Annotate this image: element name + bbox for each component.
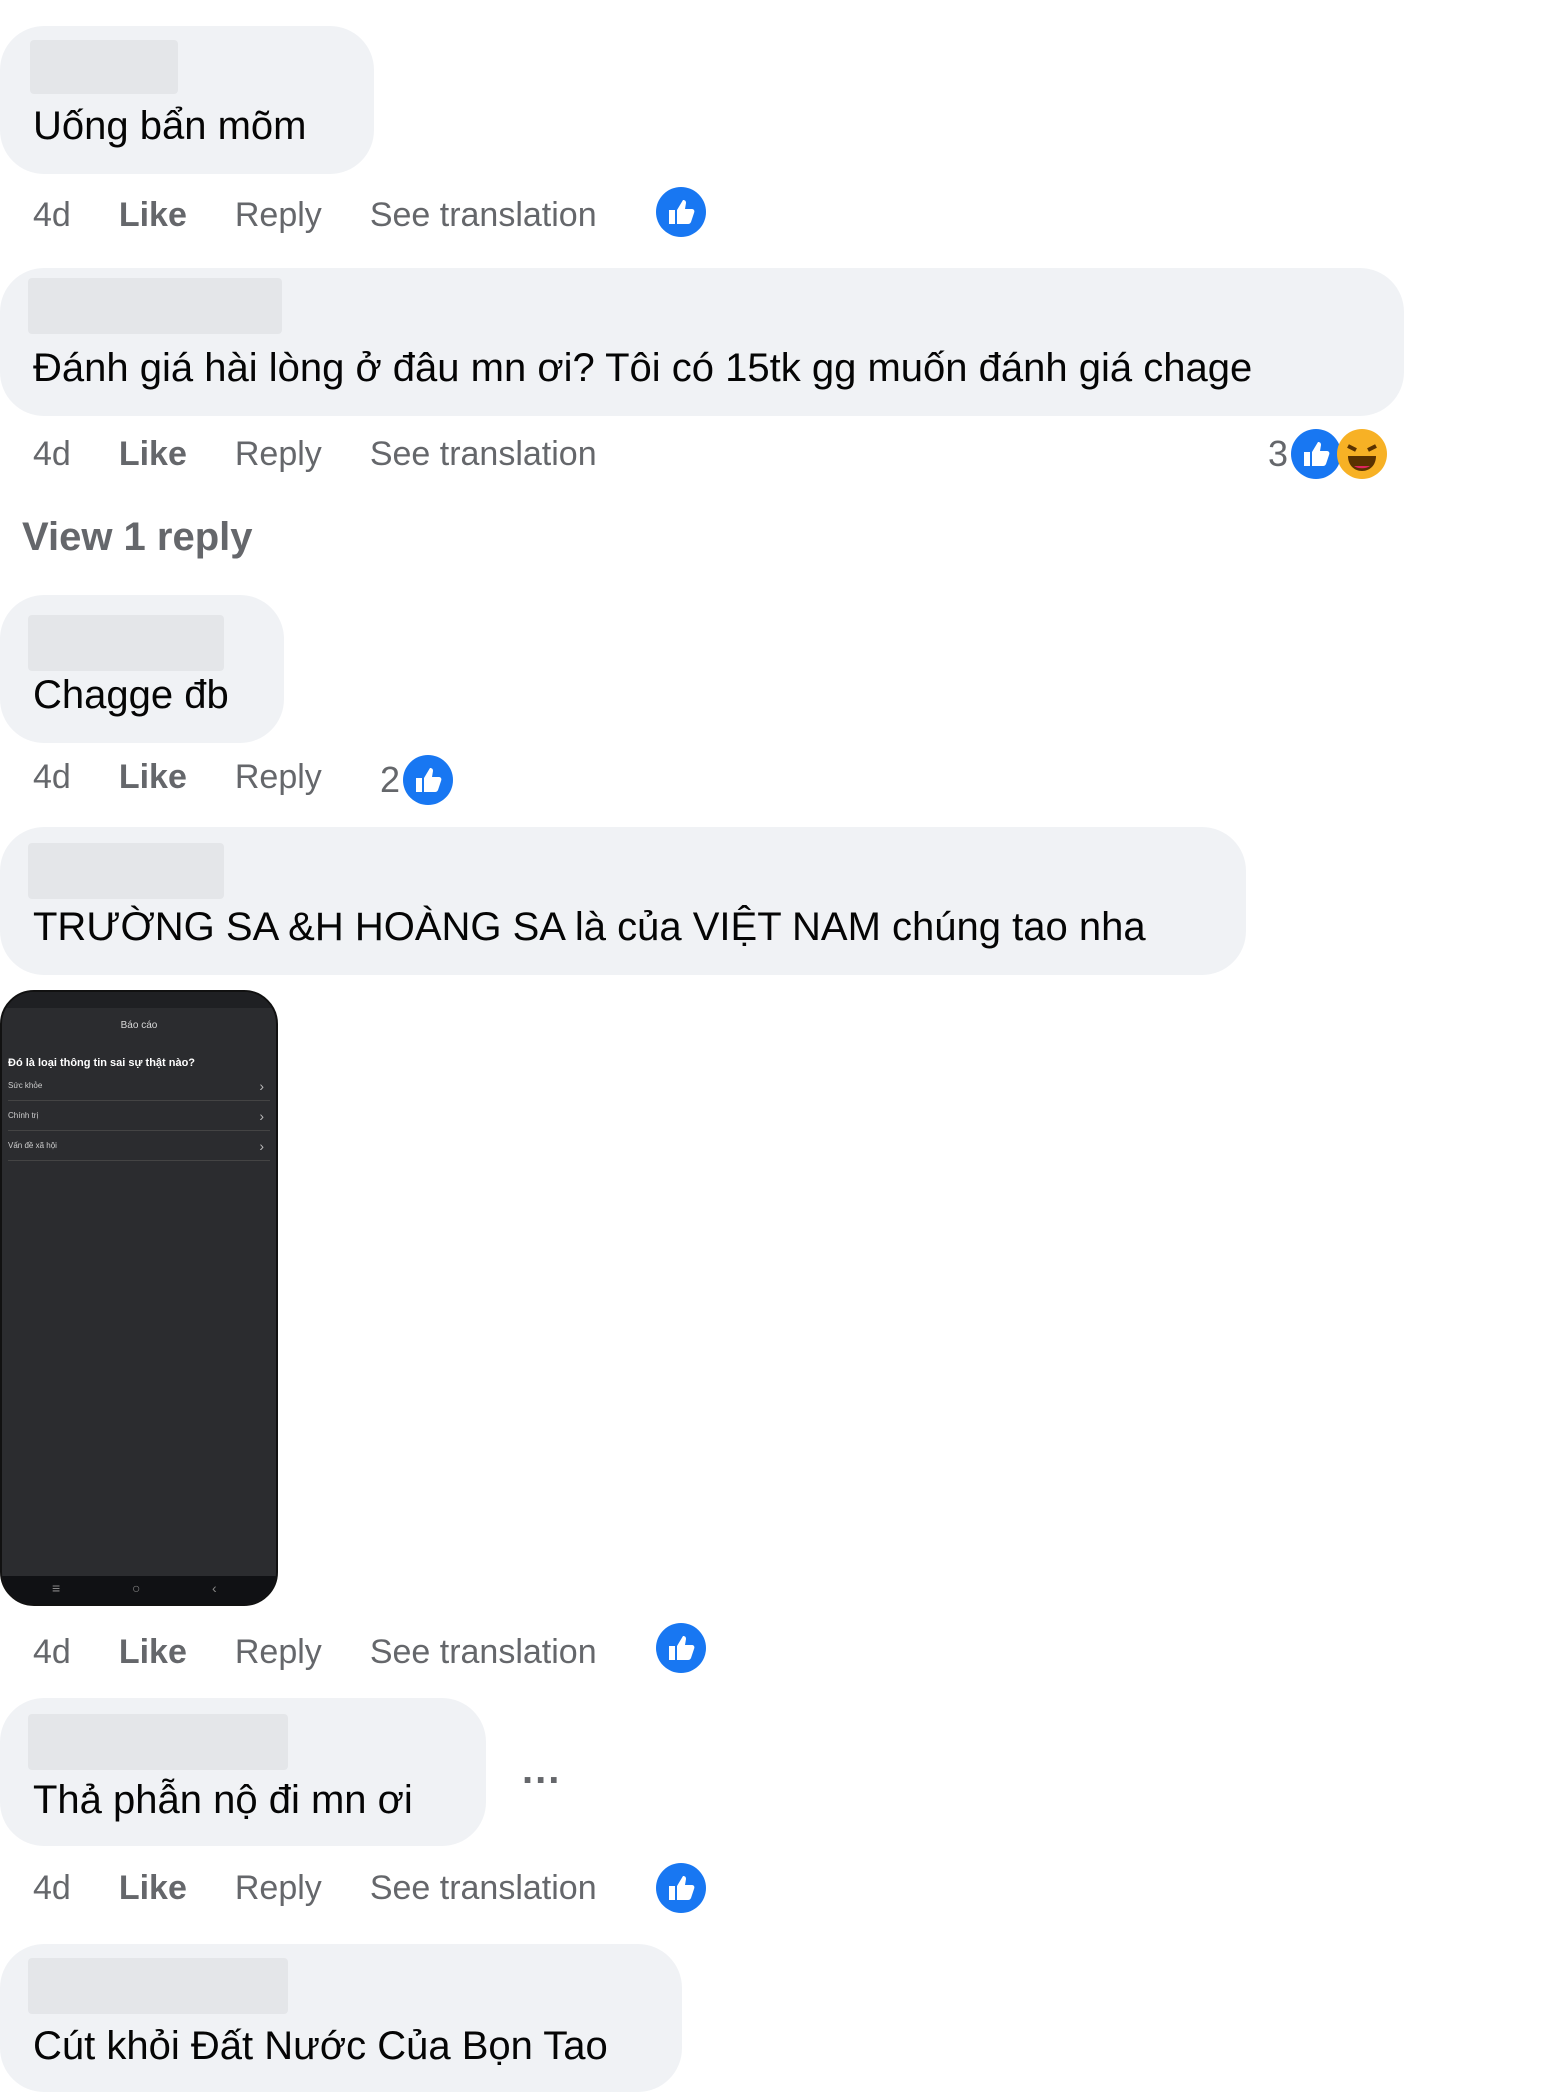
author-name-redacted[interactable]	[28, 615, 224, 671]
reply-button[interactable]: Reply	[235, 435, 322, 474]
author-name-redacted[interactable]	[28, 843, 224, 899]
comment-timestamp[interactable]: 4d	[33, 196, 71, 235]
comment-bubble: Thả phẫn nộ đi mn ơi	[0, 1698, 486, 1846]
reply-button[interactable]: Reply	[235, 196, 322, 235]
comment-bubble: Uống bẩn mõm	[0, 26, 374, 174]
phone-nav-bar: ≡ ○ ‹	[2, 1576, 276, 1604]
like-button[interactable]: Like	[119, 196, 187, 235]
see-translation-link[interactable]: See translation	[370, 196, 597, 235]
comment-bubble: Cút khỏi Đất Nước Của Bọn Tao	[0, 1944, 682, 2092]
reaction-summary[interactable]: 3	[1268, 426, 1388, 482]
reaction-summary[interactable]	[655, 1620, 707, 1676]
report-option: Vấn đề xã hội ›	[8, 1132, 270, 1161]
reaction-summary[interactable]	[655, 1860, 707, 1916]
reaction-count: 3	[1268, 433, 1289, 474]
report-option: Sức khỏe ›	[8, 1072, 270, 1101]
comment-text: Chagge đb	[33, 673, 229, 717]
comment-text: Cút khỏi Đất Nước Của Bọn Tao	[33, 2024, 608, 2068]
reply-button[interactable]: Reply	[235, 1869, 322, 1908]
comment-actions: 4d Like Reply	[33, 755, 370, 799]
comment-actions: 4d Like Reply See translation	[33, 1866, 645, 1910]
comment-image-attachment[interactable]: Báo cáo Đó là loại thông tin sai sự thật…	[0, 990, 278, 1606]
like-reaction-icon	[656, 187, 706, 237]
report-dialog-title: Báo cáo	[120, 1020, 158, 1031]
comment-timestamp[interactable]: 4d	[33, 1869, 71, 1908]
see-translation-link[interactable]: See translation	[370, 1633, 597, 1672]
like-reaction-icon	[403, 755, 454, 805]
back-icon: ‹	[212, 1580, 217, 1596]
like-reaction-icon	[1291, 429, 1342, 479]
comment-timestamp[interactable]: 4d	[33, 1633, 71, 1672]
reaction-summary[interactable]: 2	[380, 752, 454, 808]
comment-actions: 4d Like Reply See translation	[33, 193, 645, 237]
report-question: Đó là loại thông tin sai sự thật nào?	[8, 1057, 196, 1069]
comment-text: Đánh giá hài lòng ở đâu mn ơi? Tôi có 15…	[33, 346, 1253, 390]
author-name-redacted[interactable]	[28, 1714, 288, 1770]
like-button[interactable]: Like	[119, 1869, 187, 1908]
home-icon: ○	[132, 1580, 141, 1596]
author-name-redacted[interactable]	[28, 278, 282, 334]
more-options-icon[interactable]: ...	[522, 1748, 561, 1793]
see-translation-link[interactable]: See translation	[370, 1869, 597, 1908]
comment-actions: 4d Like Reply See translation	[33, 1630, 645, 1674]
chevron-right-icon: ›	[259, 1078, 264, 1094]
reaction-count: 2	[380, 759, 401, 800]
author-name-redacted[interactable]	[30, 40, 178, 94]
comment-bubble: Đánh giá hài lòng ở đâu mn ơi? Tôi có 15…	[0, 268, 1404, 416]
author-name-redacted[interactable]	[28, 1958, 288, 2014]
comment-bubble: TRƯỜNG SA &H HOÀNG SA là của VIỆT NAM ch…	[0, 827, 1246, 975]
comment-text: TRƯỜNG SA &H HOÀNG SA là của VIỆT NAM ch…	[33, 905, 1146, 949]
comment-actions: 4d Like Reply See translation	[33, 432, 645, 476]
menu-icon: ≡	[52, 1580, 61, 1596]
comment-timestamp[interactable]: 4d	[33, 435, 71, 474]
like-button[interactable]: Like	[119, 758, 187, 797]
like-button[interactable]: Like	[119, 435, 187, 474]
comment-text: Thả phẫn nộ đi mn ơi	[33, 1778, 413, 1822]
reaction-summary[interactable]	[655, 184, 707, 240]
chevron-right-icon: ›	[259, 1138, 264, 1154]
like-reaction-icon	[656, 1623, 706, 1673]
haha-reaction-icon	[1337, 429, 1388, 479]
like-button[interactable]: Like	[119, 1633, 187, 1672]
comment-timestamp[interactable]: 4d	[33, 758, 71, 797]
reply-button[interactable]: Reply	[235, 1633, 322, 1672]
like-reaction-icon	[656, 1863, 706, 1913]
comment-text: Uống bẩn mõm	[33, 104, 307, 148]
view-replies-link[interactable]: View 1 reply	[22, 515, 253, 560]
see-translation-link[interactable]: See translation	[370, 435, 597, 474]
comment-bubble: Chagge đb	[0, 595, 284, 743]
reply-button[interactable]: Reply	[235, 758, 322, 797]
chevron-right-icon: ›	[259, 1108, 264, 1124]
phone-status-bar	[2, 992, 276, 1008]
report-option: Chính trị ›	[8, 1102, 270, 1131]
